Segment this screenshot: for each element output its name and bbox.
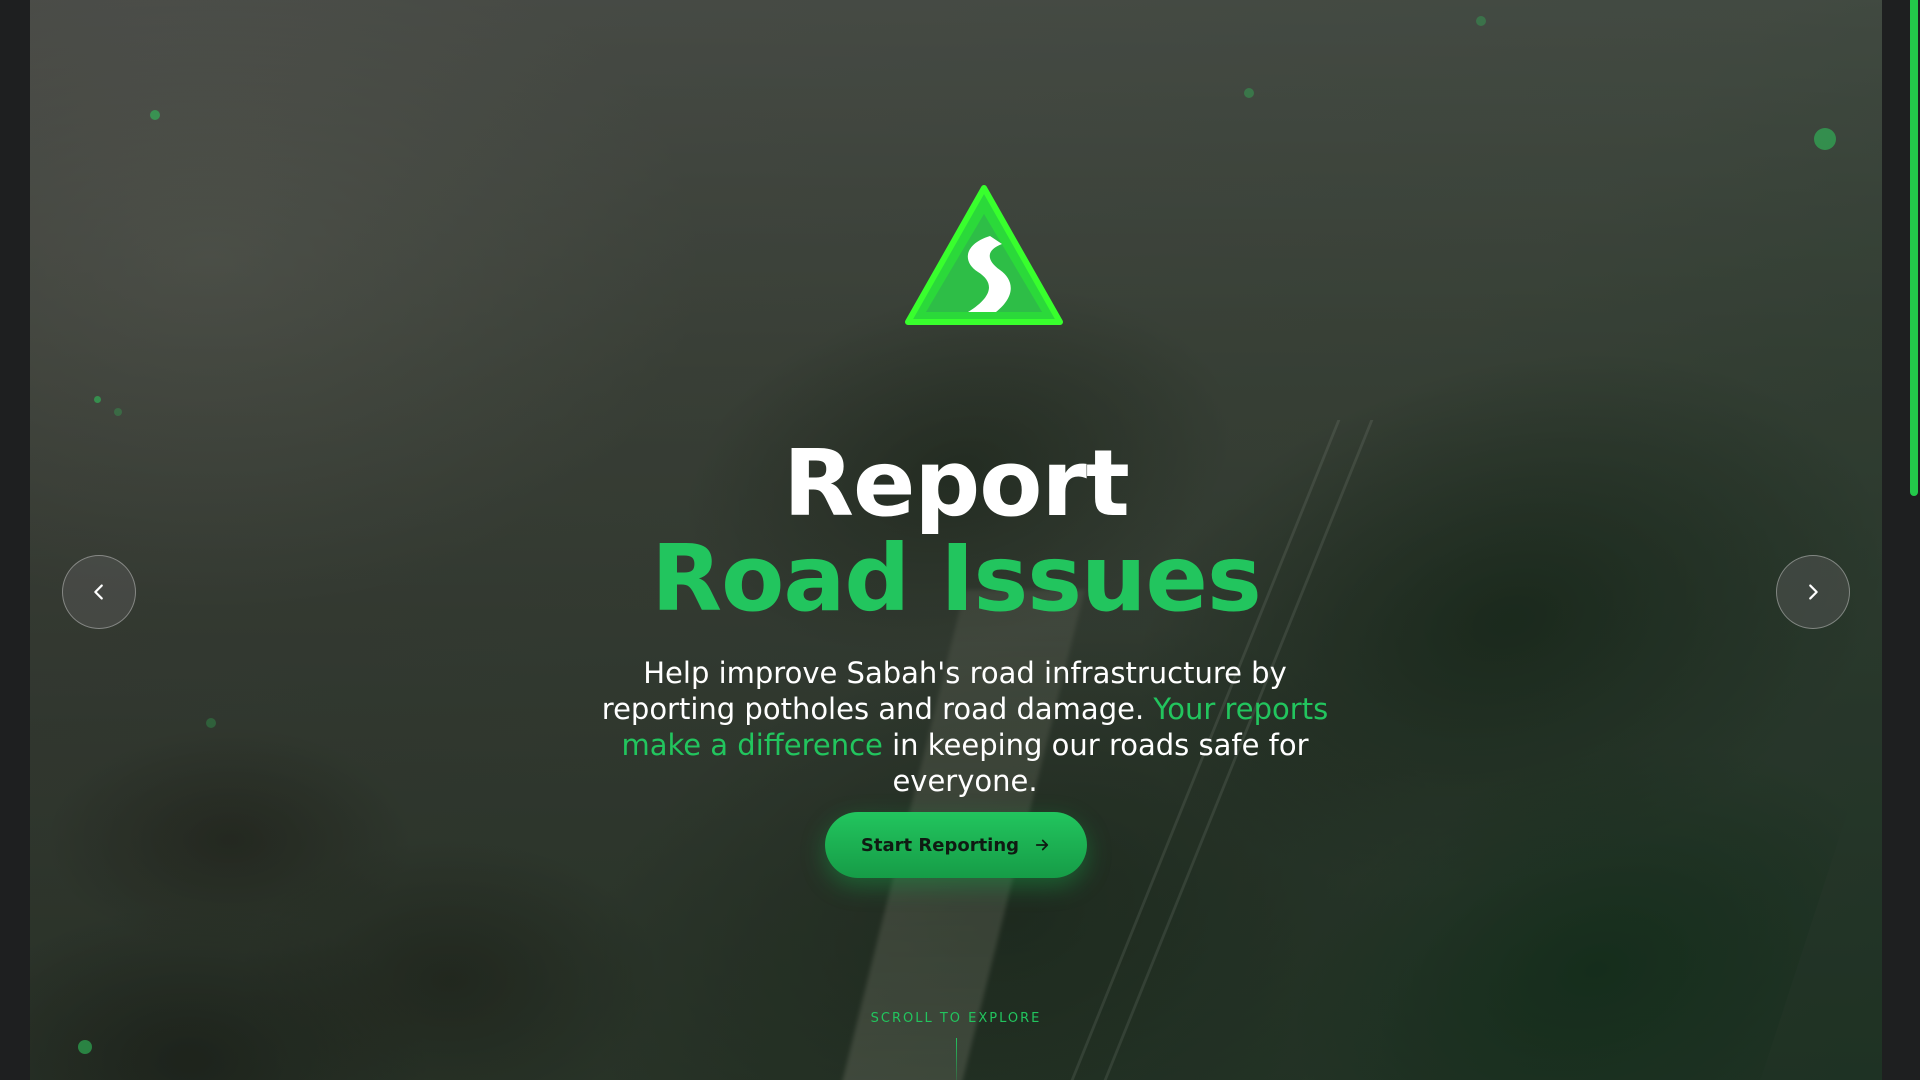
- particle-dot: [114, 408, 122, 416]
- particle-dot: [78, 1040, 92, 1054]
- subtitle-text-end: in keeping our roads safe for everyone.: [882, 728, 1309, 798]
- hero-title-line2: Road Issues: [651, 525, 1261, 632]
- particle-dot: [150, 110, 160, 120]
- chevron-right-icon: [1809, 584, 1818, 600]
- start-reporting-button[interactable]: Start Reporting: [825, 812, 1087, 878]
- scrollbar-thumb[interactable]: [1910, 0, 1918, 496]
- left-gutter: [0, 0, 30, 1080]
- carousel-prev-button[interactable]: [62, 555, 136, 629]
- particle-dot: [94, 396, 101, 403]
- hero-subtitle: Help improve Sabah's road infrastructure…: [590, 655, 1340, 799]
- page: Report Road Issues Help improve Sabah's …: [0, 0, 1920, 1080]
- chevron-left-icon: [94, 584, 103, 600]
- particle-dot: [1814, 128, 1836, 150]
- scroll-to-explore-hint[interactable]: SCROLL TO EXPLORE: [30, 1011, 1882, 1026]
- road-triangle-logo-icon: [905, 185, 1063, 325]
- particle-dot: [1244, 88, 1254, 98]
- particle-dot: [206, 718, 216, 728]
- hero-section: Report Road Issues Help improve Sabah's …: [30, 0, 1882, 1080]
- particle-dot: [1476, 16, 1486, 26]
- carousel-next-button[interactable]: [1776, 555, 1850, 629]
- scroll-indicator-line: [956, 1038, 957, 1080]
- right-gutter: [1882, 0, 1920, 1080]
- arrow-right-icon: [1035, 839, 1049, 851]
- start-reporting-label: Start Reporting: [860, 834, 1020, 856]
- hero-title-line1: Report: [783, 430, 1130, 537]
